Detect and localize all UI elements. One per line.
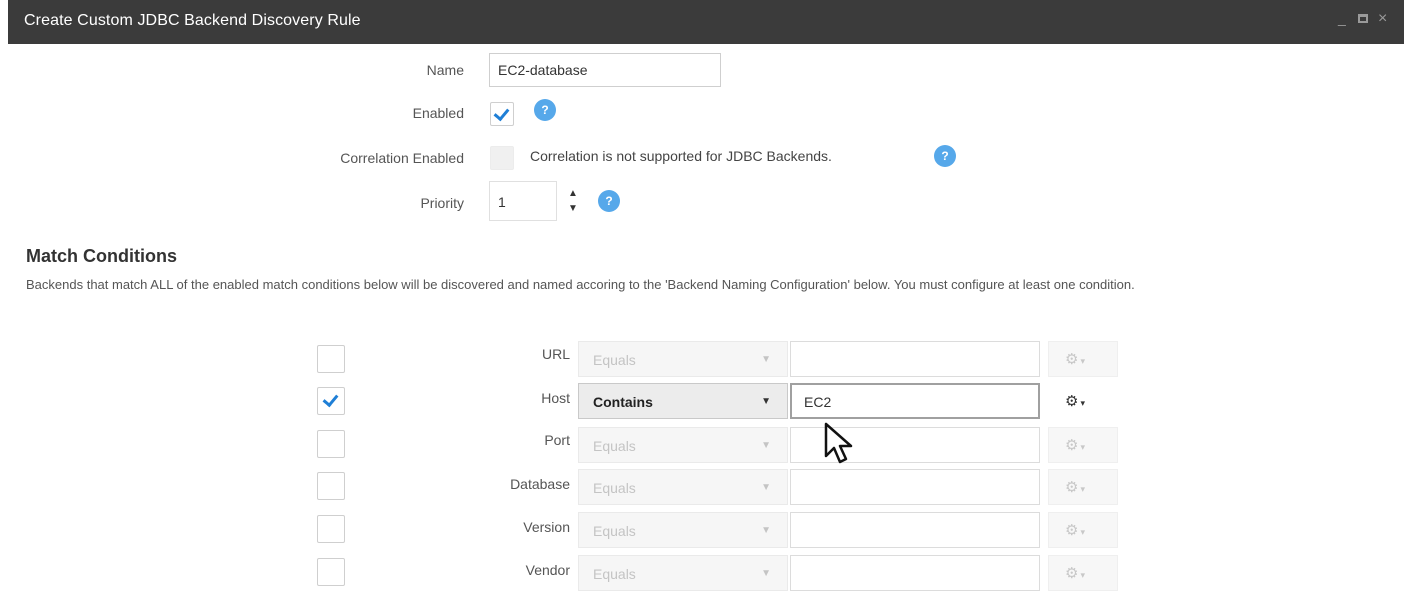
correlation-help-icon[interactable]: ? bbox=[934, 145, 956, 167]
priority-input[interactable]: 1 bbox=[489, 181, 557, 221]
database-value-input[interactable] bbox=[790, 469, 1040, 505]
host-condition-checkbox[interactable] bbox=[317, 387, 345, 415]
version-condition-label: Version bbox=[523, 519, 570, 535]
vendor-condition-checkbox[interactable] bbox=[317, 558, 345, 586]
chevron-down-icon: ▼ bbox=[761, 354, 771, 365]
host-value-input[interactable]: EC2 bbox=[790, 383, 1040, 419]
gear-icon: ⚙ bbox=[1065, 522, 1079, 539]
vendor-value-input[interactable] bbox=[790, 555, 1040, 591]
chevron-down-icon: ▼ bbox=[761, 525, 771, 536]
vendor-condition-label: Vendor bbox=[525, 562, 570, 578]
checkmark-icon bbox=[493, 104, 510, 122]
url-operator-select[interactable]: Equals ▼ bbox=[578, 341, 788, 377]
priority-help-icon[interactable]: ? bbox=[598, 190, 620, 212]
url-gear-menu[interactable]: ⚙ ▾ bbox=[1048, 341, 1118, 377]
correlation-note: Correlation is not supported for JDBC Ba… bbox=[530, 148, 832, 164]
url-value-input[interactable] bbox=[790, 341, 1040, 377]
port-condition-checkbox[interactable] bbox=[317, 430, 345, 458]
host-condition-label: Host bbox=[541, 390, 570, 406]
host-operator-select[interactable]: Contains ▼ bbox=[578, 383, 788, 419]
database-condition-checkbox[interactable] bbox=[317, 472, 345, 500]
chevron-down-icon: ▼ bbox=[761, 396, 771, 407]
spinner-up-icon[interactable]: ▲ bbox=[568, 189, 578, 199]
version-value-input[interactable] bbox=[790, 512, 1040, 548]
version-condition-checkbox[interactable] bbox=[317, 515, 345, 543]
enabled-checkbox[interactable] bbox=[490, 102, 514, 126]
spinner-down-icon[interactable]: ▼ bbox=[568, 204, 578, 214]
database-operator-select[interactable]: Equals ▼ bbox=[578, 469, 788, 505]
host-gear-menu[interactable]: ⚙ ▾ bbox=[1048, 383, 1118, 419]
vendor-operator-select[interactable]: Equals ▼ bbox=[578, 555, 788, 591]
name-input[interactable]: EC2-database bbox=[489, 53, 721, 87]
gear-icon: ⚙ bbox=[1065, 351, 1079, 368]
correlation-checkbox bbox=[490, 146, 514, 170]
port-operator-select[interactable]: Equals ▼ bbox=[578, 427, 788, 463]
maximize-icon[interactable] bbox=[1358, 14, 1368, 23]
port-condition-label: Port bbox=[544, 432, 570, 448]
checkmark-icon bbox=[322, 390, 339, 408]
minimize-icon[interactable]: _ bbox=[1338, 10, 1346, 26]
gear-icon: ⚙ bbox=[1065, 565, 1079, 582]
mouse-cursor-icon bbox=[824, 422, 853, 464]
chevron-down-icon: ▼ bbox=[761, 482, 771, 493]
chevron-down-icon: ▼ bbox=[761, 440, 771, 451]
url-condition-label: URL bbox=[541, 346, 570, 362]
match-conditions-description: Backends that match ALL of the enabled m… bbox=[26, 277, 1135, 292]
enabled-label: Enabled bbox=[412, 105, 464, 121]
name-label: Name bbox=[426, 62, 464, 78]
close-icon[interactable]: × bbox=[1378, 10, 1387, 28]
version-gear-menu[interactable]: ⚙ ▾ bbox=[1048, 512, 1118, 548]
database-condition-label: Database bbox=[510, 476, 570, 492]
database-gear-menu[interactable]: ⚙ ▾ bbox=[1048, 469, 1118, 505]
gear-icon: ⚙ bbox=[1065, 437, 1079, 454]
url-condition-checkbox[interactable] bbox=[317, 345, 345, 373]
gear-icon: ⚙ bbox=[1065, 479, 1079, 496]
chevron-down-icon: ▼ bbox=[761, 568, 771, 579]
match-conditions-heading: Match Conditions bbox=[26, 246, 177, 266]
enabled-help-icon[interactable]: ? bbox=[534, 99, 556, 121]
gear-icon: ⚙ bbox=[1065, 393, 1079, 410]
version-operator-select[interactable]: Equals ▼ bbox=[578, 512, 788, 548]
window-title: Create Custom JDBC Backend Discovery Rul… bbox=[24, 12, 361, 29]
port-gear-menu[interactable]: ⚙ ▾ bbox=[1048, 427, 1118, 463]
correlation-label: Correlation Enabled bbox=[340, 150, 464, 166]
dialog-body: Name EC2-database Enabled ? Correlation … bbox=[8, 44, 1404, 591]
title-bar: Create Custom JDBC Backend Discovery Rul… bbox=[8, 0, 1404, 45]
priority-label: Priority bbox=[420, 195, 464, 211]
vendor-gear-menu[interactable]: ⚙ ▾ bbox=[1048, 555, 1118, 591]
